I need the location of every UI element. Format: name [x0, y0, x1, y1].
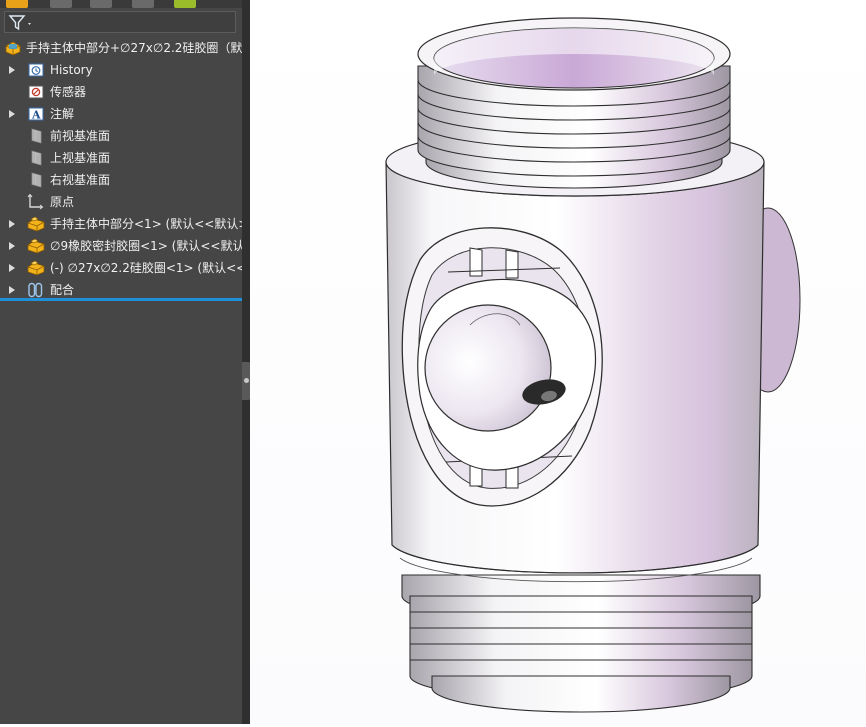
- expand-arrow-icon[interactable]: [9, 103, 17, 125]
- tree-item-part-seal[interactable]: ∅9橡胶密封胶圈<1> (默认<<默认: [0, 235, 242, 257]
- tree-item-label: (-) ∅27x∅2.2硅胶圈<1> (默认<<: [50, 261, 242, 275]
- graphics-viewport[interactable]: [250, 0, 866, 724]
- part-icon: [26, 238, 45, 254]
- tree-item-origin[interactable]: 原点: [0, 191, 242, 213]
- tab-dimxpert-manager[interactable]: [132, 0, 154, 8]
- part-icon: [26, 216, 45, 232]
- tab-property-manager[interactable]: [50, 0, 72, 8]
- tree-root-label: 手持主体中部分+∅27x∅2.2硅胶圈（默: [26, 41, 242, 55]
- tree-item-front-plane[interactable]: 前视基准面: [0, 125, 242, 147]
- tree-item-top-plane[interactable]: 上视基准面: [0, 147, 242, 169]
- expand-arrow-icon[interactable]: [9, 213, 17, 235]
- tree-item-label: 原点: [50, 195, 75, 209]
- history-icon: [28, 62, 46, 78]
- tree-item-label: 手持主体中部分<1> (默认<<默认>: [50, 217, 242, 231]
- lower-thread: [401, 574, 761, 713]
- tree-item-part-body[interactable]: 手持主体中部分<1> (默认<<默认>: [0, 213, 242, 235]
- tree-item-label: 上视基准面: [50, 151, 111, 165]
- expand-arrow-icon[interactable]: [9, 257, 17, 279]
- tree-item-part-oring[interactable]: (-) ∅27x∅2.2硅胶圈<1> (默认<<: [0, 257, 242, 279]
- feature-manager-panel: 手持主体中部分+∅27x∅2.2硅胶圈（默 History 传感器 A 注解 前…: [0, 0, 242, 724]
- filter-icon: [8, 15, 31, 31]
- 3d-model-render: [385, 17, 801, 713]
- tab-feature-manager[interactable]: [6, 0, 28, 8]
- tree-item-label: History: [50, 63, 93, 77]
- tree-item-history[interactable]: History: [0, 59, 242, 81]
- tab-configuration-manager[interactable]: [90, 0, 112, 8]
- svg-text:A: A: [31, 109, 41, 122]
- assembly-icon: [4, 40, 22, 56]
- expand-arrow-icon[interactable]: [9, 235, 17, 257]
- tree-item-label: 传感器: [50, 85, 87, 99]
- plane-icon: [28, 150, 46, 166]
- annotation-icon: A: [28, 106, 46, 122]
- origin-icon: [26, 193, 44, 210]
- expand-arrow-icon[interactable]: [9, 59, 17, 81]
- plane-icon: [28, 172, 46, 188]
- panel-tab-strip: [0, 0, 242, 8]
- tree-filter-bar[interactable]: [4, 11, 236, 33]
- tree-item-label: 右视基准面: [50, 173, 111, 187]
- filter-button[interactable]: [7, 14, 35, 32]
- sensor-icon: [28, 84, 46, 100]
- tree-root-assembly[interactable]: 手持主体中部分+∅27x∅2.2硅胶圈（默: [0, 37, 242, 59]
- tree-item-label: 前视基准面: [50, 129, 111, 143]
- tree-item-sensors[interactable]: 传感器: [0, 81, 242, 103]
- plane-icon: [28, 128, 46, 144]
- tree-item-annotations[interactable]: A 注解: [0, 103, 242, 125]
- tree-item-label: ∅9橡胶密封胶圈<1> (默认<<默认: [50, 239, 242, 253]
- part-icon: [26, 260, 45, 276]
- tab-display-manager[interactable]: [174, 0, 196, 8]
- mates-icon: [26, 282, 44, 298]
- panel-divider: [0, 298, 242, 301]
- tree-item-right-plane[interactable]: 右视基准面: [0, 169, 242, 191]
- tree-item-label: 注解: [50, 107, 75, 121]
